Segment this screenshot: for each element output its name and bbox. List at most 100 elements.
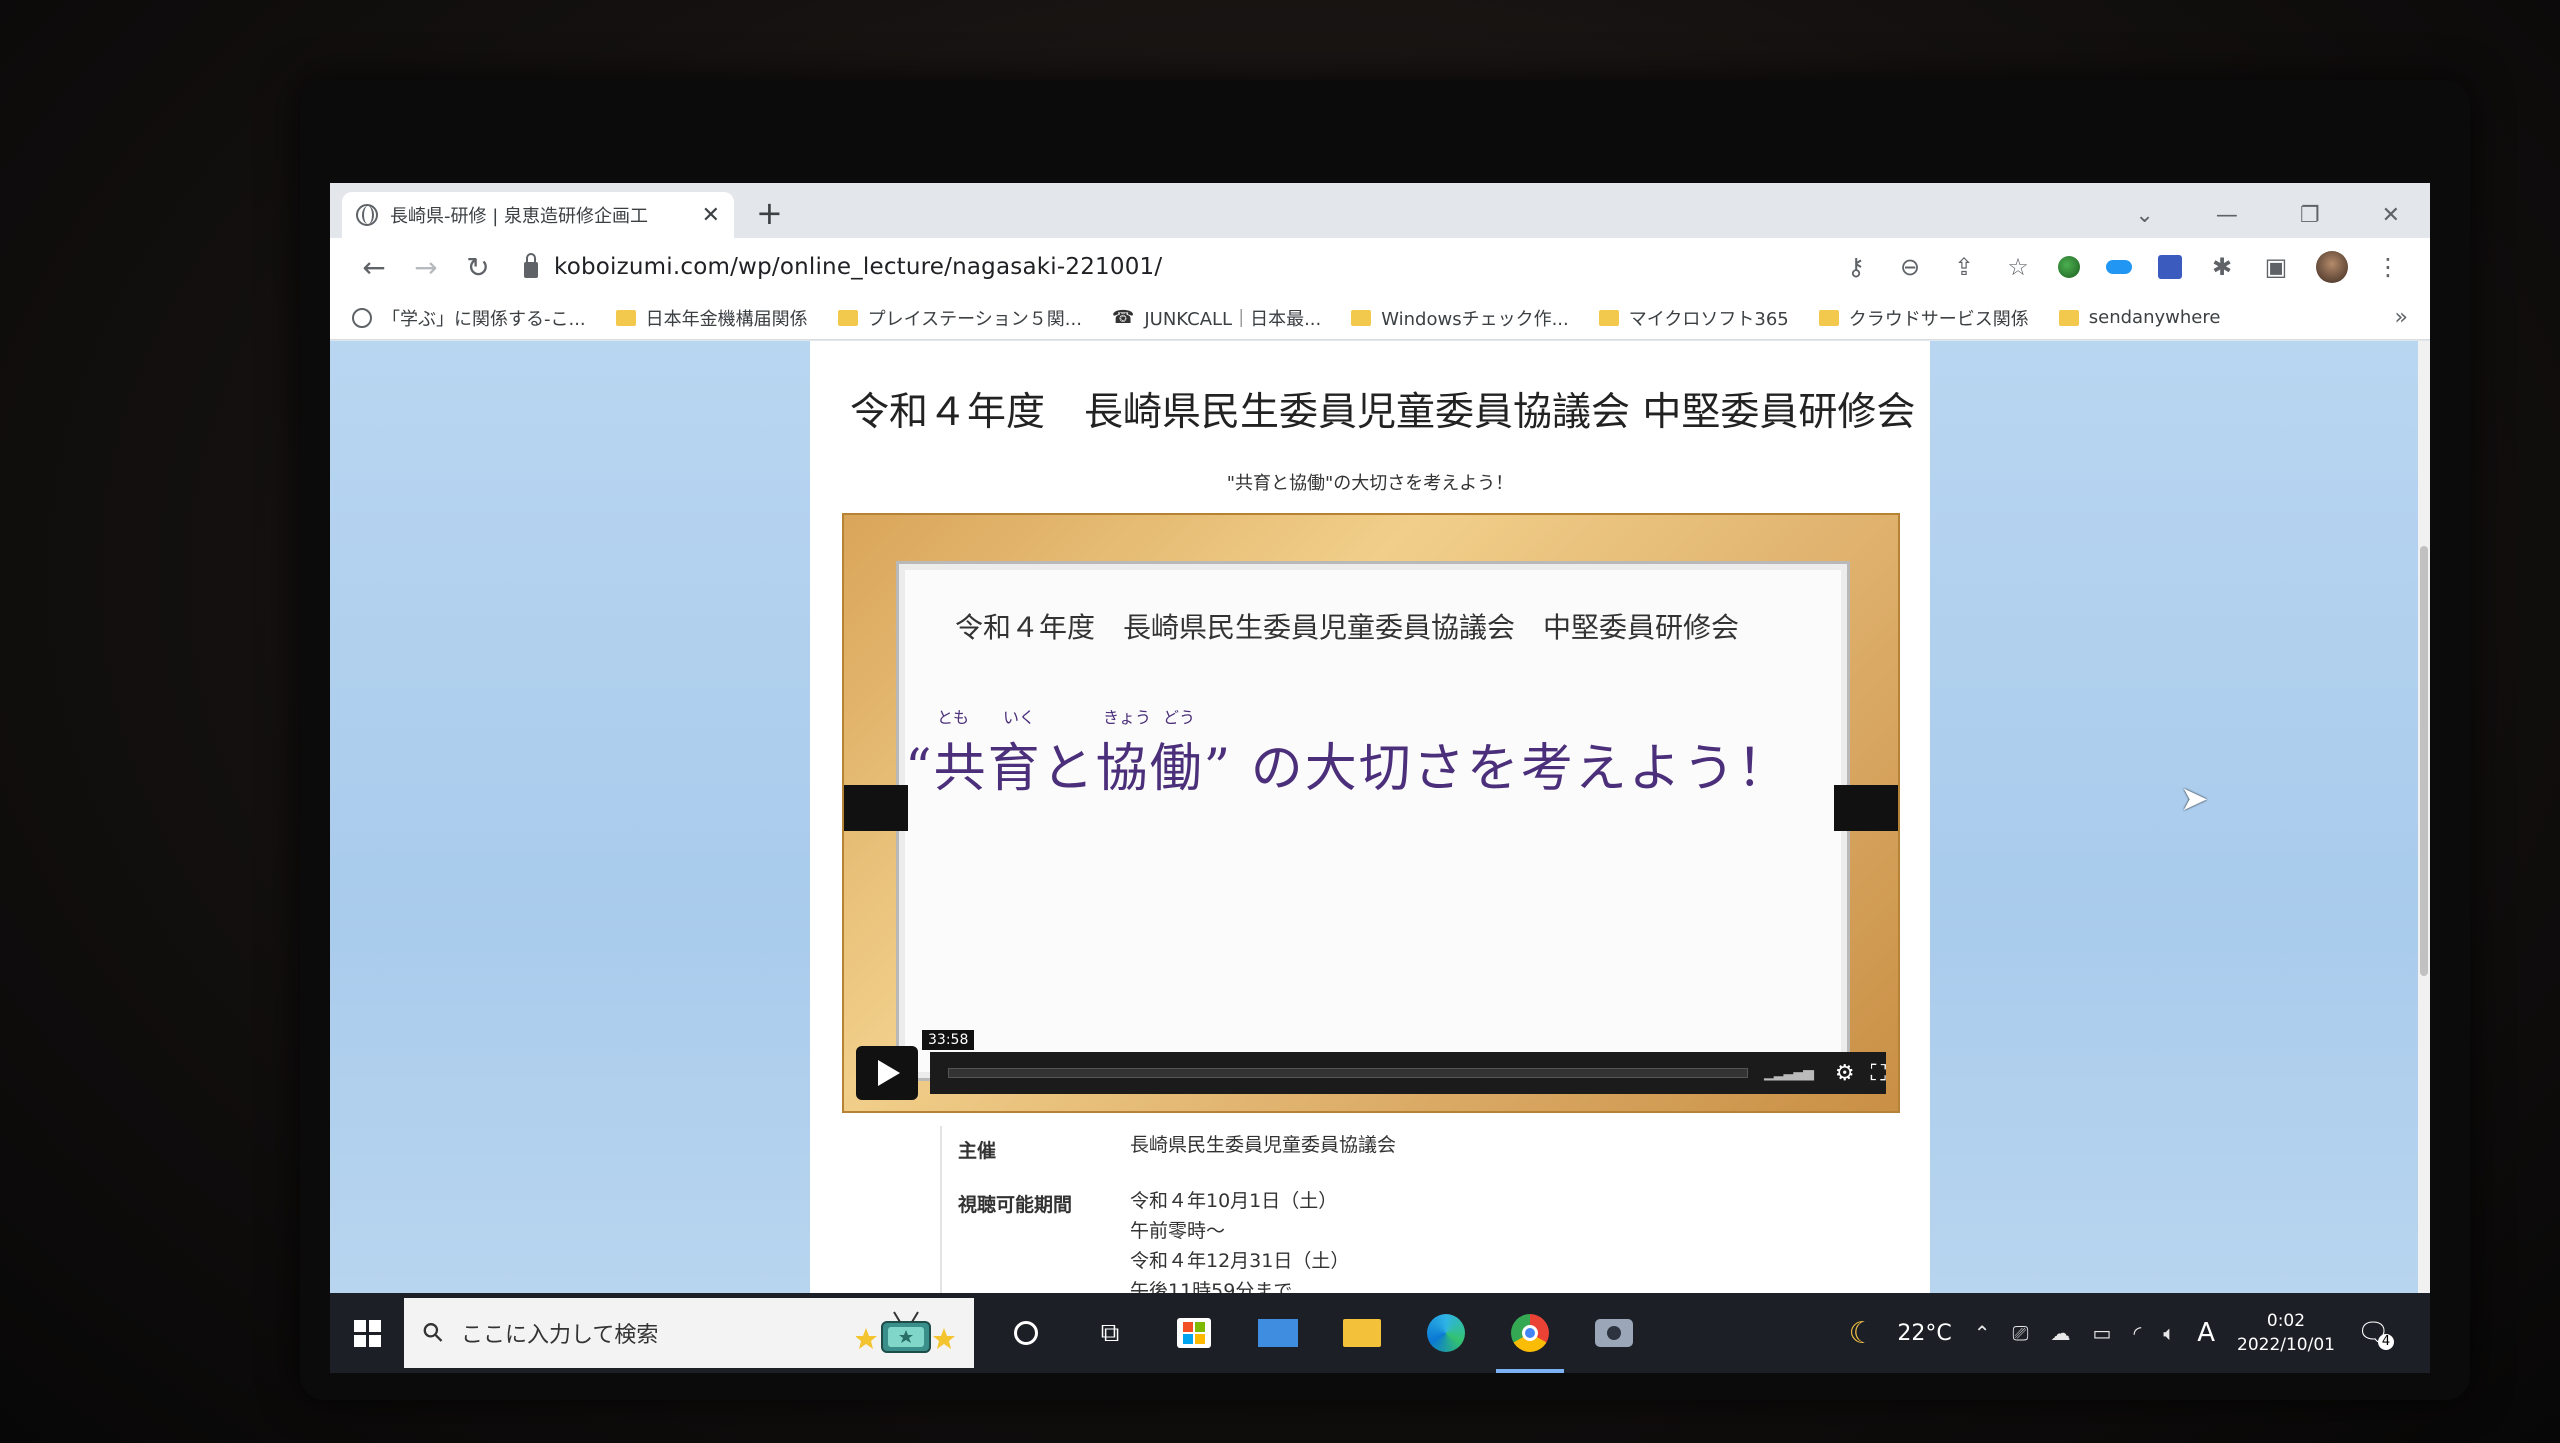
web-page: 令和４年度 長崎県民生委員児童委員協議会 中堅委員研修会 "共育と協働"の大切さ… xyxy=(330,341,2418,1293)
file-explorer-icon[interactable] xyxy=(1320,1293,1404,1373)
folder-icon xyxy=(2058,309,2079,326)
fullscreen-icon[interactable]: ⛶ xyxy=(1871,1061,1886,1086)
page-scrollbar[interactable] xyxy=(2418,341,2430,1293)
tab-close-icon[interactable]: ✕ xyxy=(702,203,720,228)
back-arrow-icon[interactable]: ← xyxy=(348,251,400,284)
seek-bar[interactable] xyxy=(948,1068,1749,1078)
browser-titlebar: 長崎県-研修 | 泉恵造研修企画工 ✕ + ⌄ — ❐ ✕ xyxy=(330,183,2430,238)
tab-search-icon[interactable]: ⌄ xyxy=(2135,203,2153,228)
ruby-iku: いく xyxy=(1003,708,1036,727)
period-label: 視聴可能期間 xyxy=(958,1194,1073,1216)
window-controls: ⌄ — ❐ ✕ xyxy=(2135,203,2400,228)
prev-slide-handle[interactable] xyxy=(844,785,908,831)
edge-icon[interactable] xyxy=(1404,1293,1488,1373)
slide-heading: 令和４年度 長崎県民生委員児童委員協議会 中堅委員研修会 xyxy=(955,611,1740,644)
browser-tab[interactable]: 長崎県-研修 | 泉恵造研修企画工 ✕ xyxy=(342,192,734,238)
ruby-tomo: とも xyxy=(937,708,970,727)
forward-arrow-icon[interactable]: → xyxy=(400,251,452,284)
minimize-icon[interactable]: — xyxy=(2216,203,2238,228)
extension-green-icon[interactable] xyxy=(2058,256,2080,278)
bookmarks-overflow-icon[interactable]: » xyxy=(2395,305,2408,330)
close-window-icon[interactable]: ✕ xyxy=(2382,203,2400,228)
search-highlight-tv-icon[interactable] xyxy=(856,1308,956,1358)
star-icon[interactable]: ☆ xyxy=(2004,253,2032,281)
settings-gear-icon[interactable]: ⚙ xyxy=(1835,1061,1855,1086)
period-line: 令和４年12月31日（土） xyxy=(1130,1250,1350,1272)
profile-avatar[interactable] xyxy=(2316,251,2348,283)
bookmark-item[interactable]: sendanywhere xyxy=(2058,307,2221,328)
temperature[interactable]: 22°C xyxy=(1897,1321,1951,1346)
video-player[interactable]: 令和４年度 長崎県民生委員児童委員協議会 中堅委員研修会 とも いく きょう ど… xyxy=(842,513,1900,1113)
bookmark-label: マイクロソフト365 xyxy=(1628,308,1789,330)
address-bar[interactable]: koboizumi.com/wp/online_lecture/nagasaki… xyxy=(524,253,1842,280)
system-tray: ☾ 22°C ⌃ ⎚ ☁ ▭ ◜ 🔈︎ A 0:02 2022/10/01 🗨︎… xyxy=(1849,1309,2430,1357)
zoom-out-icon[interactable]: ⊖ xyxy=(1896,253,1924,281)
folder-icon xyxy=(1818,309,1839,326)
page-subtitle: "共育と協働"の大切さを考えよう！ xyxy=(1226,473,1514,494)
mouse-cursor-icon: ➤ xyxy=(2180,779,2209,819)
bookmark-label: 日本年金機構届関係 xyxy=(645,308,808,330)
windows-taskbar: ⚲ ここに入力して検索 ⧉ ☾ 22°C ⌃ ⎚ ☁ ▭ ◜ 🔈︎ A 0:02… xyxy=(330,1293,2430,1373)
period-line: 午後11時59分まで xyxy=(1130,1280,1293,1293)
start-button[interactable] xyxy=(330,1319,404,1347)
browser-toolbar: ← → ↻ koboizumi.com/wp/online_lecture/na… xyxy=(330,238,2430,296)
bookmark-item[interactable]: マイクロソフト365 xyxy=(1598,305,1789,331)
onedrive-extension-icon[interactable] xyxy=(2106,260,2132,274)
onedrive-cloud-icon[interactable]: ☁ xyxy=(2051,1321,2071,1345)
reload-icon[interactable]: ↻ xyxy=(452,251,504,284)
key-icon[interactable]: ⚷ xyxy=(1842,253,1870,281)
ime-indicator[interactable]: A xyxy=(2197,1318,2215,1348)
extension-blue-icon[interactable] xyxy=(2158,255,2182,279)
restore-icon[interactable]: ❐ xyxy=(2300,203,2320,228)
clock[interactable]: 0:02 2022/10/01 xyxy=(2237,1309,2335,1357)
task-view-icon[interactable]: ⧉ xyxy=(1068,1293,1152,1373)
cortana-icon[interactable] xyxy=(984,1293,1068,1373)
bookmark-item[interactable]: プレイステーション５関... xyxy=(837,305,1082,331)
mail-icon[interactable] xyxy=(1236,1293,1320,1373)
battery-icon[interactable]: ▭ xyxy=(2093,1321,2112,1345)
globe-icon xyxy=(356,204,378,226)
chevron-up-icon[interactable]: ⌃ xyxy=(1974,1321,1991,1345)
bookmarks-bar: 「学ぶ」に関係する-こ... 日本年金機構届関係 プレイステーション５関... … xyxy=(330,296,2430,340)
weather-moon-icon[interactable]: ☾ xyxy=(1849,1316,1876,1351)
share-icon[interactable]: ⇪ xyxy=(1950,253,1978,281)
scroll-thumb[interactable] xyxy=(2420,546,2428,976)
side-panel-icon[interactable]: ▣ xyxy=(2262,253,2290,281)
extensions-puzzle-icon[interactable]: ✱ xyxy=(2208,253,2236,281)
video-controls: 33:58 ▁▂▃▄▅ ⚙ ⛶ xyxy=(856,1030,1886,1101)
notification-count: 4 xyxy=(2378,1334,2394,1350)
bookmark-label: 「学ぶ」に関係する-こ... xyxy=(382,308,586,330)
taskbar-apps: ⧉ xyxy=(984,1293,1656,1373)
windows-logo-icon xyxy=(353,1319,381,1347)
bookmark-item[interactable]: Windowsチェック作... xyxy=(1351,305,1569,331)
play-button[interactable] xyxy=(856,1046,919,1100)
play-icon xyxy=(878,1060,900,1086)
lock-icon[interactable] xyxy=(524,253,538,278)
bookmark-item[interactable]: クラウドサービス関係 xyxy=(1818,305,2029,331)
camera-icon[interactable] xyxy=(1572,1293,1656,1373)
new-tab-button[interactable]: + xyxy=(756,194,783,232)
tab-title: 長崎県-研修 | 泉恵造研修企画工 xyxy=(390,206,649,227)
folder-icon xyxy=(1598,309,1619,326)
next-slide-handle[interactable] xyxy=(1834,785,1898,831)
meet-now-icon[interactable]: ⎚ xyxy=(2013,1321,2029,1345)
url-text[interactable]: koboizumi.com/wp/online_lecture/nagasaki… xyxy=(554,254,1162,280)
bookmark-item[interactable]: 「学ぶ」に関係する-こ... xyxy=(352,305,586,331)
wifi-icon[interactable]: ◜ xyxy=(2133,1321,2141,1345)
volume-icon[interactable]: ▁▂▃▄▅ xyxy=(1764,1065,1814,1081)
notification-center-icon[interactable]: 🗨︎ 4 xyxy=(2357,1318,2394,1350)
bookmark-item[interactable]: ☎ JUNKCALL｜日本最... xyxy=(1112,305,1321,331)
duration-badge: 33:58 xyxy=(922,1030,975,1050)
folder-icon xyxy=(837,309,858,326)
toolbar-icons: ⚷ ⊖ ⇪ ☆ ✱ ▣ ⋮ xyxy=(1842,251,2402,283)
bookmark-label: sendanywhere xyxy=(2088,307,2221,328)
menu-kebab-icon[interactable]: ⋮ xyxy=(2374,253,2402,281)
volume-speaker-icon[interactable]: 🔈︎ xyxy=(2163,1321,2175,1345)
taskbar-search[interactable]: ⚲ ここに入力して検索 xyxy=(404,1298,974,1368)
search-placeholder: ここに入力して検索 xyxy=(461,1323,659,1348)
bookmark-item[interactable]: 日本年金機構届関係 xyxy=(615,305,808,331)
chrome-icon[interactable] xyxy=(1488,1293,1572,1373)
store-icon[interactable] xyxy=(1152,1293,1236,1373)
page-title: 令和４年度 長崎県民生委員児童委員協議会 中堅委員研修会 xyxy=(850,390,1916,435)
ruby-kyou: きょう xyxy=(1103,708,1152,727)
